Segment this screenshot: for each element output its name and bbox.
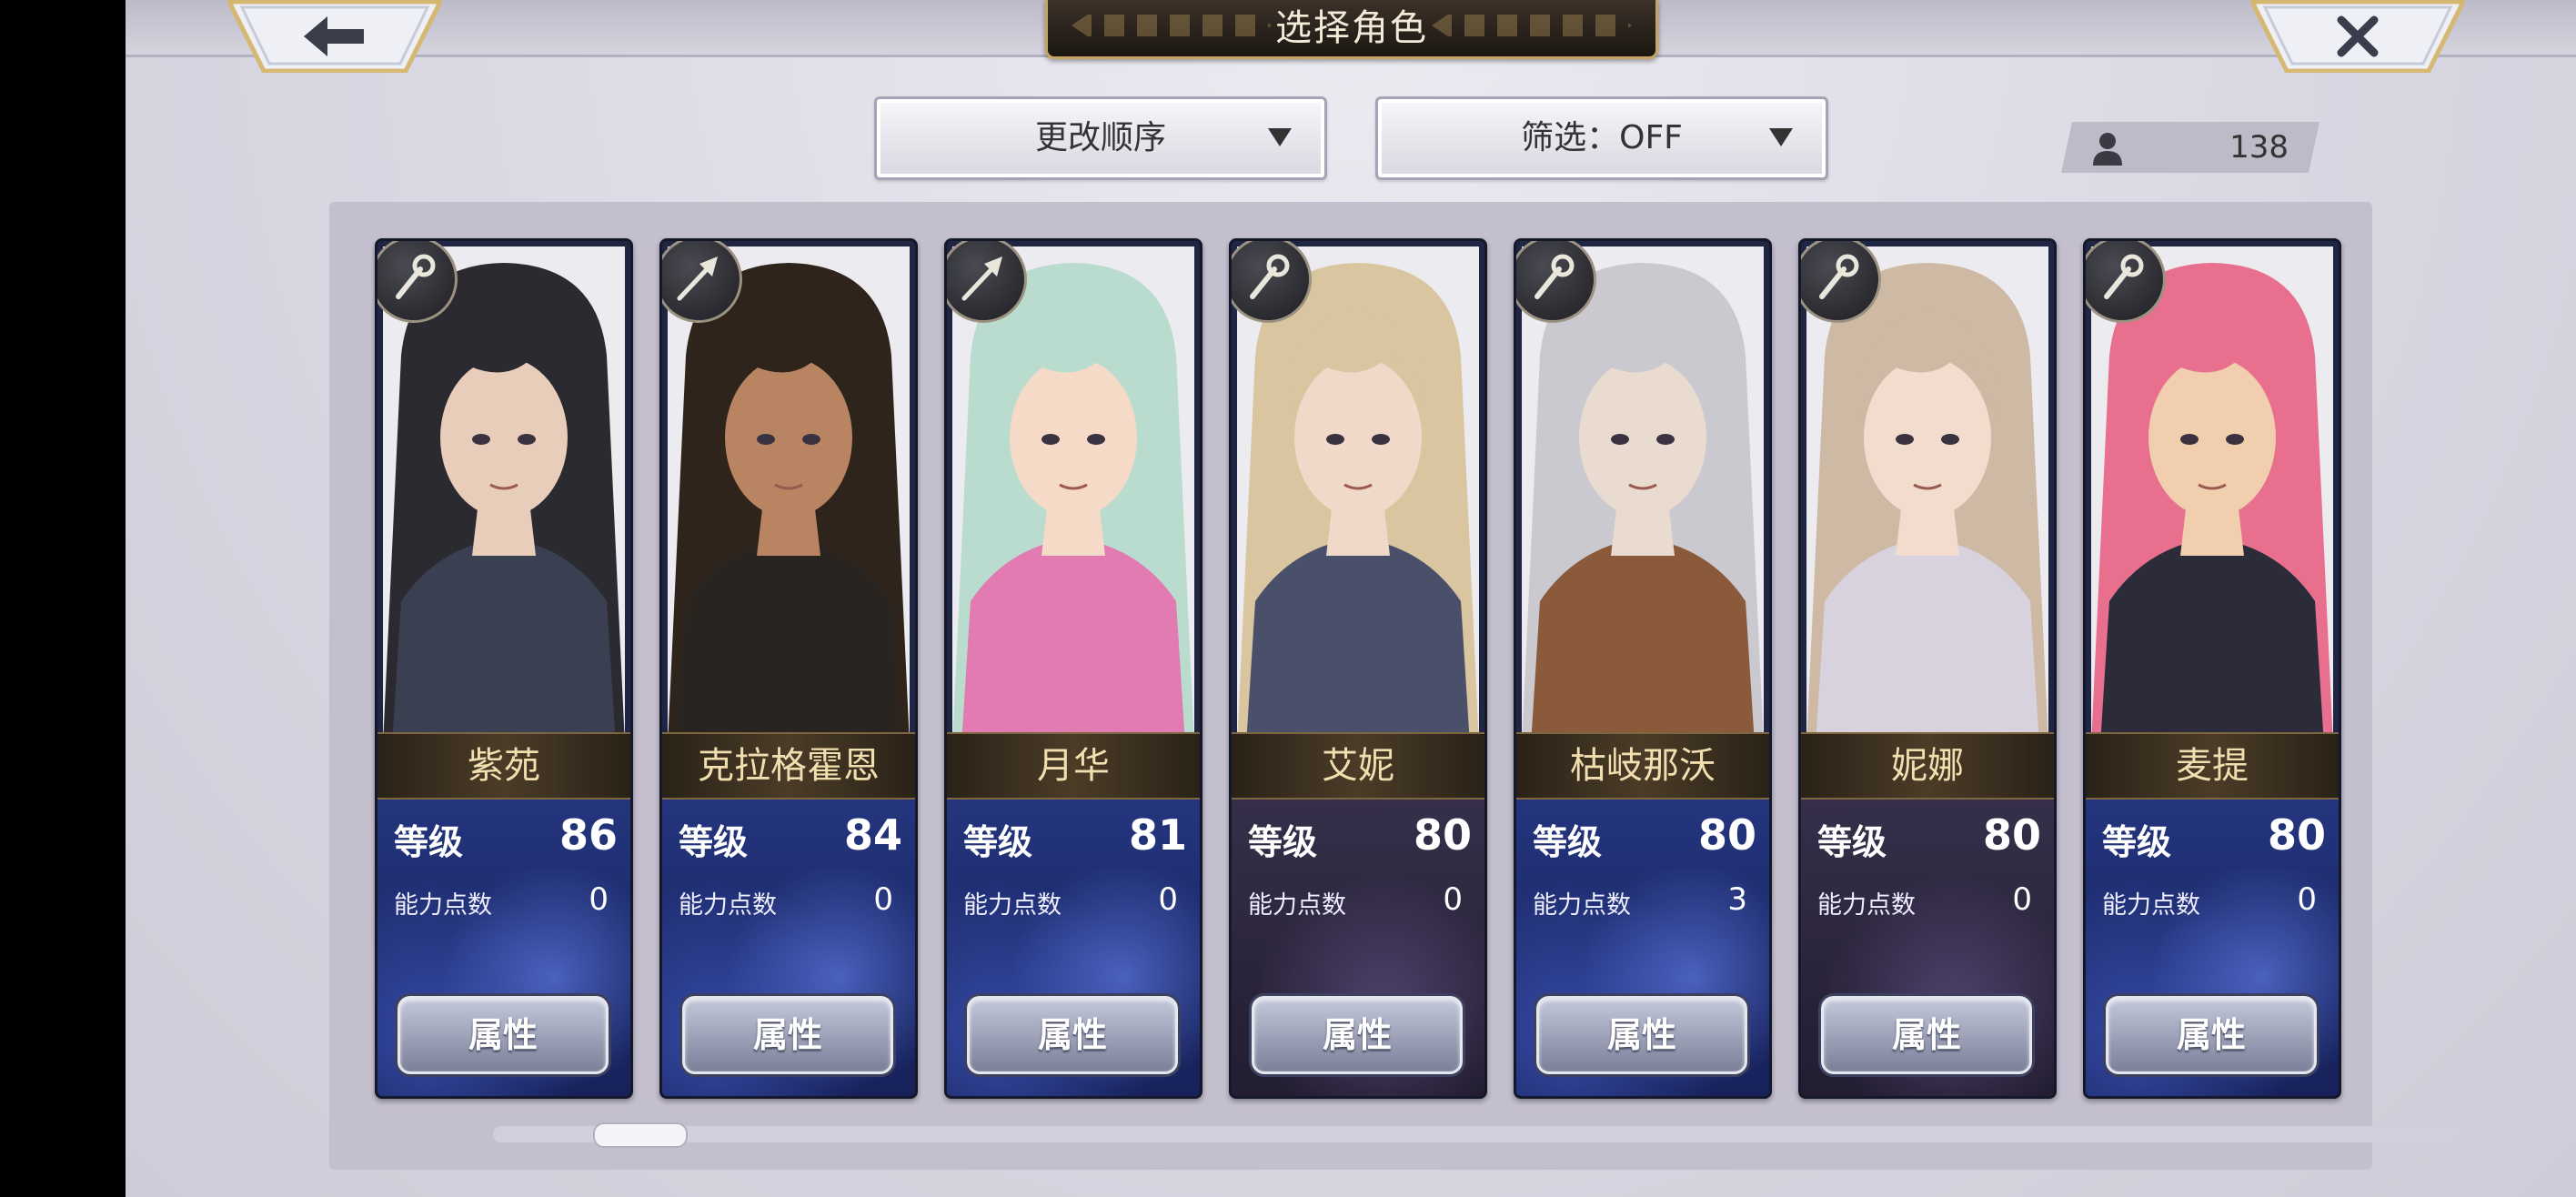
character-name: 克拉格霍恩 xyxy=(698,745,880,787)
scrollbar-thumb[interactable] xyxy=(593,1122,688,1148)
dropdown-arrow-icon xyxy=(1769,128,1793,146)
character-stats: 等级 84 能力点数 0 属性 xyxy=(662,798,915,1096)
ability-points-value: 3 xyxy=(1727,881,1747,918)
level-value: 84 xyxy=(843,810,902,860)
filter-label: 筛选：OFF xyxy=(1521,119,1683,156)
ability-points-label: 能力点数 xyxy=(1533,891,1631,920)
attributes-button[interactable]: 属性 xyxy=(967,996,1178,1074)
character-name: 枯岐那沃 xyxy=(1570,745,1716,787)
level-value: 80 xyxy=(1697,810,1756,860)
staff-icon xyxy=(1535,254,1575,299)
level-label: 等级 xyxy=(394,822,464,862)
character-stats: 等级 80 能力点数 3 属性 xyxy=(1516,798,1769,1096)
character-name: 妮娜 xyxy=(1891,745,1964,787)
level-label: 等级 xyxy=(679,822,749,862)
level-label: 等级 xyxy=(1248,822,1318,862)
level-label: 等级 xyxy=(2102,822,2172,862)
level-label: 等级 xyxy=(1533,822,1603,862)
level-value: 81 xyxy=(1128,810,1187,860)
spear-icon xyxy=(961,256,1002,301)
dropdown-arrow-icon xyxy=(1268,128,1292,146)
person-icon xyxy=(2090,131,2125,166)
ability-points-label: 能力点数 xyxy=(1248,891,1346,920)
character-card-5[interactable]: 枯岐那沃 等级 80 能力点数 3 属性 xyxy=(1514,238,1772,1099)
level-value: 80 xyxy=(2267,810,2326,860)
ability-points-value: 0 xyxy=(2297,881,2317,918)
character-stats: 等级 80 能力点数 0 属性 xyxy=(1232,798,1484,1096)
attributes-button[interactable]: 属性 xyxy=(682,996,893,1074)
character-name: 麦提 xyxy=(2176,745,2249,787)
staff-icon xyxy=(1250,254,1290,299)
level-label: 等级 xyxy=(963,822,1033,862)
character-name-bar: 麦提 xyxy=(2086,732,2339,800)
attributes-button[interactable]: 属性 xyxy=(1536,996,1747,1074)
staff-icon xyxy=(1819,254,1859,299)
character-name-bar: 紫苑 xyxy=(377,732,630,800)
title-plate: 选择角色 xyxy=(1045,0,1658,59)
character-stats: 等级 81 能力点数 0 属性 xyxy=(947,798,1200,1096)
attributes-button-label: 属性 xyxy=(2176,1015,2246,1055)
attributes-button[interactable]: 属性 xyxy=(2106,996,2317,1074)
character-name-bar: 克拉格霍恩 xyxy=(662,732,915,800)
character-name-bar: 妮娜 xyxy=(1801,732,2054,800)
ability-points-label: 能力点数 xyxy=(1817,891,1916,920)
attributes-button-label: 属性 xyxy=(468,1015,538,1055)
character-card-6[interactable]: 妮娜 等级 80 能力点数 0 属性 xyxy=(1798,238,2057,1099)
spear-icon xyxy=(677,256,718,301)
ability-points-label: 能力点数 xyxy=(394,891,492,920)
ability-points-label: 能力点数 xyxy=(679,891,777,920)
page-title: 选择角色 xyxy=(1275,7,1428,49)
character-count: 138 xyxy=(2229,129,2289,166)
character-card-3[interactable]: 月华 等级 81 能力点数 0 属性 xyxy=(944,238,1202,1099)
character-name: 艾妮 xyxy=(1322,745,1394,787)
character-card-1[interactable]: 紫苑 等级 86 能力点数 0 属性 xyxy=(375,238,633,1099)
character-select-screen: 选择角色 更改顺序 筛选：OFF 138 紫苑 等级 86 能力点数 0 属性 … xyxy=(126,0,2576,1197)
character-name-bar: 艾妮 xyxy=(1232,732,1484,800)
close-button[interactable] xyxy=(2250,0,2465,73)
attributes-button-label: 属性 xyxy=(1322,1015,1392,1055)
sort-order-dropdown[interactable]: 更改顺序 xyxy=(874,96,1327,180)
level-label: 等级 xyxy=(1817,822,1887,862)
arrow-left-icon xyxy=(304,16,364,56)
ability-points-value: 0 xyxy=(873,881,893,918)
attributes-button[interactable]: 属性 xyxy=(1252,996,1463,1074)
attributes-button[interactable]: 属性 xyxy=(397,996,609,1074)
character-name: 紫苑 xyxy=(468,745,540,787)
ability-points-label: 能力点数 xyxy=(963,891,1062,920)
back-button[interactable] xyxy=(227,0,442,73)
attributes-button-label: 属性 xyxy=(1037,1015,1107,1055)
close-x-icon xyxy=(2337,15,2379,57)
character-name-bar: 枯岐那沃 xyxy=(1516,732,1769,800)
attributes-button-label: 属性 xyxy=(1606,1015,1676,1055)
character-stats: 等级 80 能力点数 0 属性 xyxy=(1801,798,2054,1096)
sort-order-label: 更改顺序 xyxy=(1034,119,1166,156)
ability-points-value: 0 xyxy=(1443,881,1463,918)
horizontal-scrollbar[interactable] xyxy=(493,1122,2463,1148)
character-stats: 等级 80 能力点数 0 属性 xyxy=(2086,798,2339,1096)
filter-dropdown[interactable]: 筛选：OFF xyxy=(1375,96,1828,180)
ability-points-value: 0 xyxy=(589,881,609,918)
attributes-button-label: 属性 xyxy=(752,1015,822,1055)
staff-icon xyxy=(2104,254,2144,299)
level-value: 86 xyxy=(558,810,618,860)
attributes-button-label: 属性 xyxy=(1891,1015,1961,1055)
character-name-bar: 月华 xyxy=(947,732,1200,800)
character-count-badge: 138 xyxy=(2061,122,2319,173)
attributes-button[interactable]: 属性 xyxy=(1821,996,2032,1074)
ability-points-value: 0 xyxy=(2012,881,2032,918)
character-card-7[interactable]: 麦提 等级 80 能力点数 0 属性 xyxy=(2083,238,2341,1099)
ability-points-label: 能力点数 xyxy=(2102,891,2200,920)
character-name: 月华 xyxy=(1037,745,1110,787)
character-card-4[interactable]: 艾妮 等级 80 能力点数 0 属性 xyxy=(1229,238,1487,1099)
staff-icon xyxy=(396,254,436,299)
level-value: 80 xyxy=(1982,810,2041,860)
character-stats: 等级 86 能力点数 0 属性 xyxy=(377,798,630,1096)
character-card-2[interactable]: 克拉格霍恩 等级 84 能力点数 0 属性 xyxy=(659,238,918,1099)
level-value: 80 xyxy=(1413,810,1472,860)
ability-points-value: 0 xyxy=(1158,881,1178,918)
